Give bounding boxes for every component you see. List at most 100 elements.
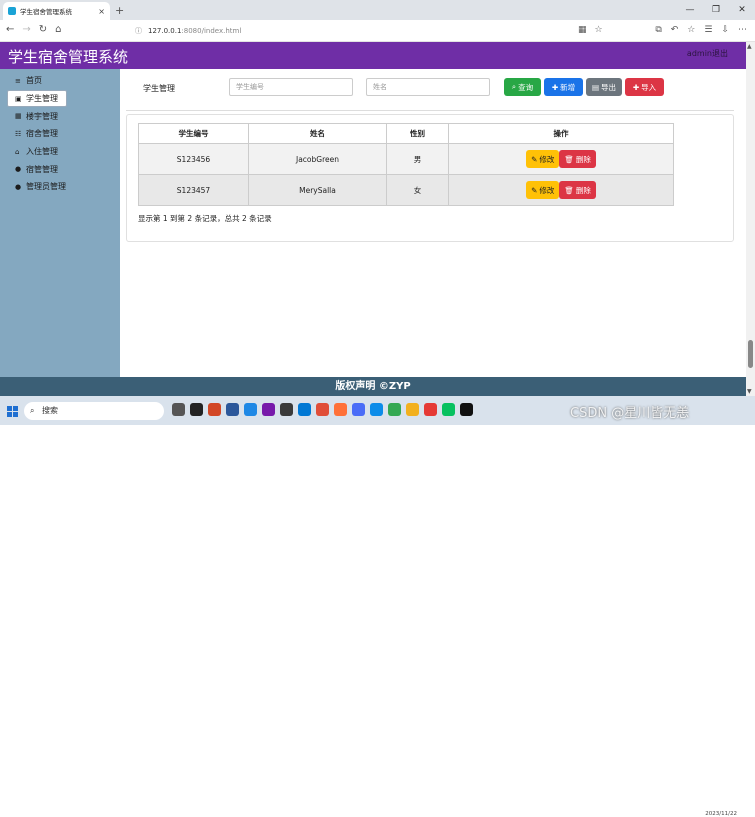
edit-button[interactable]: ✎ 修改 xyxy=(526,181,560,199)
table-header-row: 学生编号 姓名 性别 操作 xyxy=(138,123,674,144)
sidebar-item-label: 楼宇管理 xyxy=(26,111,58,121)
edit-label: 修改 xyxy=(539,154,555,164)
maximize-icon[interactable]: ❐ xyxy=(703,0,729,20)
browser-tab-strip: 学生宿舍管理系统 × + — ❐ ✕ xyxy=(0,0,755,20)
sidebar-item-home[interactable]: ≡ 首页 xyxy=(0,72,120,90)
info-icon[interactable]: ⓘ xyxy=(135,27,142,35)
wps-icon[interactable] xyxy=(424,403,437,416)
cell-name: MerySalla xyxy=(248,174,387,206)
import-button[interactable]: ✚ 导入 xyxy=(625,78,664,96)
dorm-icon: ☷ xyxy=(15,129,22,138)
sidebar-item-admins[interactable]: ● 管理员管理 xyxy=(0,178,120,196)
firefox-icon[interactable] xyxy=(334,403,347,416)
id-card-icon: ▣ xyxy=(15,94,22,103)
file-icon: ▤ xyxy=(591,82,600,92)
sidebar-item-managers[interactable]: ● 宿管管理 xyxy=(0,160,120,178)
onenote-icon[interactable] xyxy=(262,403,275,416)
home-icon[interactable]: ⌂ xyxy=(55,24,61,35)
url-field[interactable]: ⓘ 127.0.0.1:8080/index.html xyxy=(135,24,610,38)
query-button[interactable]: ⌕ 查询 xyxy=(504,78,541,96)
cell-actions: ✎ 修改 🗑 删除 xyxy=(448,143,674,175)
taskbar-date: 2023/11/22 xyxy=(705,811,737,817)
trash-icon: 🗑 xyxy=(564,154,574,164)
nav-buttons: ← → ↻ ⌂ xyxy=(6,24,62,35)
logout-link[interactable]: admin退出 xyxy=(687,48,728,59)
edit-button[interactable]: ✎ 修改 xyxy=(526,150,560,168)
sidebar-item-label: 入住管理 xyxy=(26,147,58,157)
taskbar-search[interactable]: ⌕ 搜索 xyxy=(24,402,164,420)
add-user-icon: ✚ xyxy=(551,82,559,92)
sidebar-item-label: 宿舍管理 xyxy=(26,129,58,139)
forward-icon[interactable]: → xyxy=(22,24,30,35)
more-icon[interactable]: ⋯ xyxy=(738,25,747,35)
student-id-input[interactable]: 学生编号 xyxy=(229,78,353,96)
qq-icon[interactable] xyxy=(460,403,473,416)
sidebar-item-students[interactable]: ▣ 学生管理 xyxy=(7,89,67,108)
scrollbar-thumb[interactable] xyxy=(748,340,753,368)
close-window-icon[interactable]: ✕ xyxy=(729,0,755,20)
table-panel: 学生编号 姓名 性别 操作 S123456 JacobGreen 男 ✎ 修改 🗑 删… xyxy=(126,114,734,242)
jetbrains-icon[interactable] xyxy=(280,403,293,416)
page-scrollbar[interactable]: ▲ ▼ xyxy=(746,42,755,396)
cell-name: JacobGreen xyxy=(248,143,387,175)
undo-icon[interactable]: ↶ xyxy=(671,25,679,35)
delete-label: 删除 xyxy=(575,154,591,164)
name-input[interactable]: 姓名 xyxy=(366,78,490,96)
col-header-id[interactable]: 学生编号 xyxy=(138,123,249,144)
search-icon: ⌕ xyxy=(511,82,517,91)
tab-close-button[interactable]: × xyxy=(98,7,105,16)
windows-start-icon[interactable] xyxy=(7,406,18,417)
sidebar-item-label: 学生管理 xyxy=(26,94,58,104)
taskbar-search-label: 搜索 xyxy=(42,406,58,415)
wechat-icon[interactable] xyxy=(442,403,455,416)
user-icon: ● xyxy=(15,165,22,174)
page-footer: 版权声明 ©ZYP xyxy=(0,377,746,396)
chrome-icon[interactable] xyxy=(388,403,401,416)
reload-icon[interactable]: ↻ xyxy=(39,24,47,35)
add-button[interactable]: ✚ 新增 xyxy=(544,78,583,96)
user-icon: ● xyxy=(15,182,22,191)
favicon-icon xyxy=(8,7,16,15)
app-icon[interactable] xyxy=(352,403,365,416)
sidebar-item-label: 管理员管理 xyxy=(26,182,66,192)
reader-icon[interactable]: ▦ xyxy=(578,25,587,35)
col-header-actions: 操作 xyxy=(448,123,674,144)
window-controls: — ❐ ✕ xyxy=(677,0,755,20)
app-header: 学生宿舍管理系统 admin退出 xyxy=(0,42,746,69)
task-view-icon[interactable] xyxy=(172,403,185,416)
scroll-down-icon[interactable]: ▼ xyxy=(747,388,752,395)
sidebar-item-dorms[interactable]: ☷ 宿舍管理 xyxy=(0,125,120,143)
delete-button[interactable]: 🗑 删除 xyxy=(559,181,596,199)
delete-button[interactable]: 🗑 删除 xyxy=(559,150,596,168)
trash-icon: 🗑 xyxy=(564,185,574,195)
favorites-icon[interactable]: ☰ xyxy=(704,25,712,35)
edge-icon[interactable] xyxy=(370,403,383,416)
powerpoint-icon[interactable] xyxy=(208,403,221,416)
col-header-name[interactable]: 姓名 xyxy=(248,123,387,144)
browser-tab[interactable]: 学生宿舍管理系统 × xyxy=(3,2,110,20)
word-icon[interactable] xyxy=(226,403,239,416)
table-row: S123456 JacobGreen 男 ✎ 修改 🗑 删除 xyxy=(138,143,674,175)
app-icon[interactable] xyxy=(190,403,203,416)
explorer-icon[interactable] xyxy=(406,403,419,416)
sidebar-item-checkin[interactable]: ⌂ 入住管理 xyxy=(0,143,120,161)
app-icon[interactable] xyxy=(316,403,329,416)
cell-id: S123457 xyxy=(138,174,249,206)
favorite-star-icon[interactable]: ☆ xyxy=(595,25,603,35)
sidebar-item-buildings[interactable]: ▦ 楼宇管理 xyxy=(0,107,120,125)
building-icon: ▦ xyxy=(15,112,22,121)
minimize-icon[interactable]: — xyxy=(677,0,703,20)
col-header-gender[interactable]: 性别 xyxy=(386,123,449,144)
back-icon[interactable]: ← xyxy=(6,24,14,35)
import-user-icon: ✚ xyxy=(632,82,640,92)
app-icon[interactable] xyxy=(244,403,257,416)
vscode-icon[interactable] xyxy=(298,403,311,416)
new-tab-button[interactable]: + xyxy=(115,4,124,17)
scroll-up-icon[interactable]: ▲ xyxy=(747,43,752,50)
sidebar-item-label: 首页 xyxy=(26,76,42,86)
collections-icon[interactable]: ☆ xyxy=(687,25,695,35)
downloads-icon[interactable]: ⇩ xyxy=(721,25,729,35)
extension-icon[interactable]: ⧉ xyxy=(655,25,661,35)
export-button[interactable]: ▤ 导出 xyxy=(586,78,622,96)
edit-label: 修改 xyxy=(539,185,555,195)
